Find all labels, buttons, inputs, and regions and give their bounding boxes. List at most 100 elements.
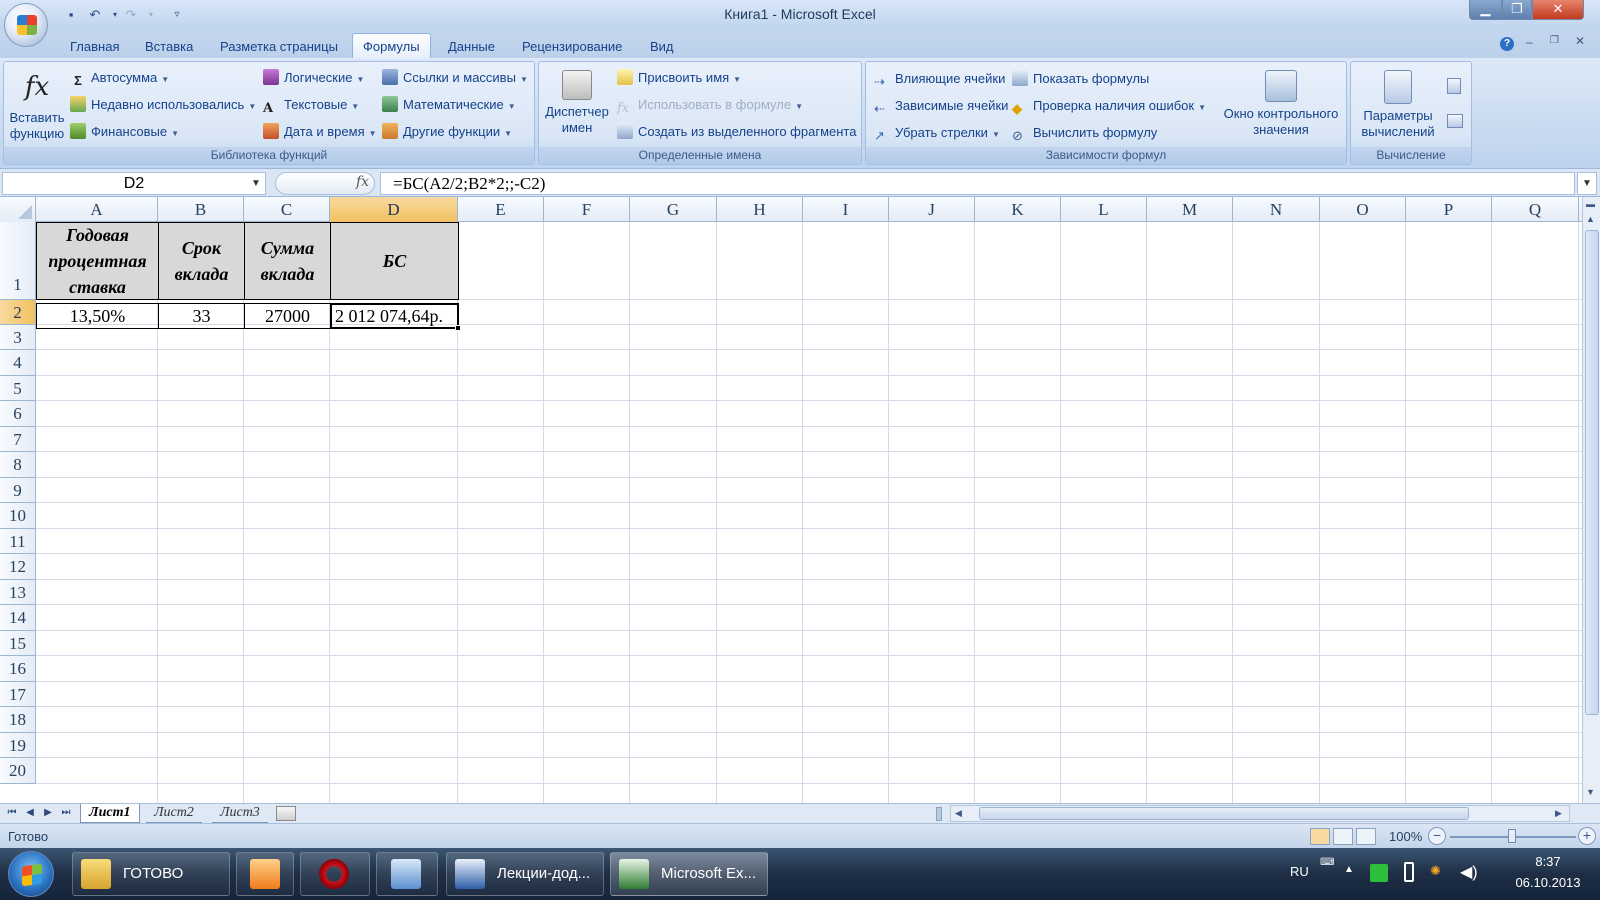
zoom-out-icon[interactable]: − <box>1428 827 1446 845</box>
row-header-13[interactable]: 13 <box>0 580 36 605</box>
row-header-3[interactable]: 3 <box>0 325 36 350</box>
calculate-sheet-icon[interactable] <box>1447 114 1463 128</box>
cell-b1[interactable]: Срок вклада <box>158 222 245 300</box>
cell-b2[interactable]: 33 <box>158 303 245 329</box>
tab-insert[interactable]: Вставка <box>135 37 203 58</box>
row-header-14[interactable]: 14 <box>0 605 36 631</box>
text-functions-button[interactable]: A Текстовые ▼ <box>263 95 359 117</box>
row-header-18[interactable]: 18 <box>0 707 36 733</box>
split-box-icon[interactable]: ▬ <box>1586 199 1595 209</box>
tab-view[interactable]: Вид <box>640 37 684 58</box>
calculate-now-icon[interactable] <box>1447 78 1461 94</box>
zoom-in-icon[interactable]: + <box>1578 827 1596 845</box>
row-header-5[interactable]: 5 <box>0 376 36 401</box>
create-from-selection-button[interactable]: Создать из выделенного фрагмента <box>617 122 856 144</box>
first-sheet-icon[interactable]: ⏮ <box>4 807 20 818</box>
vertical-scrollbar[interactable]: ▬ ▲ ▼ <box>1582 197 1600 803</box>
show-formulas-button[interactable]: Показать формулы <box>1012 69 1149 91</box>
cell-d2-active[interactable]: 2 012 074,64р. <box>330 303 459 329</box>
math-button[interactable]: Математические ▼ <box>382 95 516 117</box>
error-checking-button[interactable]: ◆ Проверка наличия ошибок ▼ <box>1012 96 1206 118</box>
tab-formulas[interactable]: Формулы <box>352 33 431 59</box>
row-header-16[interactable]: 16 <box>0 656 36 682</box>
volume-icon[interactable]: ◀) <box>1460 862 1478 882</box>
battery-icon[interactable] <box>1404 862 1414 882</box>
help-icon[interactable]: ? <box>1500 37 1514 51</box>
formula-input[interactable]: =БС(A2/2;B2*2;;-C2) <box>380 172 1575 195</box>
row-header-15[interactable]: 15 <box>0 631 36 656</box>
insert-function-fx-icon[interactable]: fx <box>356 174 369 190</box>
row-header-7[interactable]: 7 <box>0 427 36 452</box>
tab-review[interactable]: Рецензирование <box>512 37 632 58</box>
tab-split-handle[interactable] <box>936 807 942 821</box>
define-name-button[interactable]: Присвоить имя ▼ <box>617 68 741 90</box>
undo-icon[interactable]: ↶ <box>86 6 104 24</box>
vertical-scroll-thumb[interactable] <box>1585 230 1599 715</box>
keyboard-icon[interactable]: ⌨ <box>1320 857 1334 868</box>
customize-qat-icon[interactable]: ▿ <box>168 6 186 24</box>
sheet-tab-3[interactable]: Лист3 <box>212 804 268 823</box>
cell-c1[interactable]: Сумма вклада <box>244 222 331 300</box>
ribbon-close-icon[interactable]: ✕ <box>1575 34 1585 48</box>
insert-function-button[interactable]: fx Вставить функцию <box>8 70 66 142</box>
cell-a1[interactable]: Годовая процентная ставка <box>36 222 159 300</box>
taskbar-item-folder[interactable]: ГОТОВО <box>72 852 230 896</box>
taskbar-item-opera[interactable] <box>300 852 370 896</box>
cell-c2[interactable]: 27000 <box>244 303 331 329</box>
autosum-button[interactable]: Σ Автосумма ▼ <box>70 68 169 90</box>
scroll-down-icon[interactable]: ▼ <box>1586 787 1595 797</box>
row-header-20[interactable]: 20 <box>0 758 36 784</box>
prev-sheet-icon[interactable]: ◀ <box>22 807 38 818</box>
ribbon-minimize-icon[interactable]: – <box>1526 35 1533 49</box>
next-sheet-icon[interactable]: ▶ <box>40 807 56 818</box>
lookup-button[interactable]: Ссылки и массивы ▼ <box>382 68 528 90</box>
name-manager-button[interactable]: Диспетчер имен <box>543 70 611 136</box>
scroll-left-icon[interactable]: ◀ <box>955 808 962 819</box>
name-box-dropdown-icon[interactable]: ▼ <box>246 172 266 195</box>
worksheet-grid[interactable]: ABCDEFGHIJKLMNOPQ Годовая процентная ста… <box>0 197 1582 803</box>
row-header-19[interactable]: 19 <box>0 733 36 758</box>
datetime-button[interactable]: Дата и время ▼ <box>263 122 377 144</box>
last-sheet-icon[interactable]: ⏭ <box>58 807 74 818</box>
expand-formula-bar-icon[interactable]: ▼ <box>1577 172 1597 195</box>
evaluate-formula-button[interactable]: ⊘ Вычислить формулу <box>1012 123 1157 145</box>
clock-time[interactable]: 8:37 <box>1518 854 1578 869</box>
horizontal-scrollbar[interactable]: ◀ ▶ <box>950 805 1570 822</box>
row-header-2[interactable]: 2 <box>0 300 36 325</box>
cell-d1[interactable]: БС <box>330 222 459 300</box>
zoom-level[interactable]: 100% <box>1389 829 1422 844</box>
logical-button[interactable]: Логические ▼ <box>263 68 364 90</box>
network-tray-icon[interactable] <box>1370 864 1388 882</box>
trace-dependents-button[interactable]: ⇠ Зависимые ячейки <box>874 96 1008 118</box>
clock-date[interactable]: 06.10.2013 <box>1502 875 1594 890</box>
row-header-4[interactable]: 4 <box>0 350 36 376</box>
insert-sheet-icon[interactable] <box>276 806 296 821</box>
fill-handle[interactable] <box>455 325 461 331</box>
save-icon[interactable]: ▪ <box>62 6 80 24</box>
remove-arrows-button[interactable]: ↗ Убрать стрелки ▼ <box>874 123 1000 145</box>
other-functions-button[interactable]: Другие функции ▼ <box>382 122 512 144</box>
show-hidden-icons-icon[interactable]: ▲ <box>1344 864 1354 875</box>
minimize-button[interactable]: ▁ <box>1469 0 1502 20</box>
restore-button[interactable]: ❐ <box>1502 0 1532 20</box>
start-button[interactable] <box>8 851 54 897</box>
scroll-right-icon[interactable]: ▶ <box>1555 808 1562 819</box>
horizontal-scroll-thumb[interactable] <box>979 807 1469 820</box>
row-header-10[interactable]: 10 <box>0 503 36 529</box>
page-break-view-icon[interactable] <box>1356 828 1376 845</box>
row-header-1[interactable]: 1 <box>0 222 36 300</box>
row-header-9[interactable]: 9 <box>0 478 36 503</box>
trace-precedents-button[interactable]: ⇢ Влияющие ячейки <box>874 69 1005 91</box>
close-button[interactable]: ✕ <box>1532 0 1584 20</box>
row-header-8[interactable]: 8 <box>0 452 36 478</box>
taskbar-item-excel[interactable]: Microsoft Ex... <box>610 852 768 896</box>
brightness-icon[interactable]: ✺ <box>1430 863 1441 879</box>
office-button[interactable] <box>4 3 48 47</box>
ribbon-restore-icon[interactable]: ❐ <box>1550 35 1559 46</box>
watch-window-button[interactable]: Окно контрольного значения <box>1218 70 1344 138</box>
financial-button[interactable]: Финансовые ▼ <box>70 122 179 144</box>
calc-options-button[interactable]: Параметры вычислений <box>1353 70 1443 140</box>
tab-home[interactable]: Главная <box>60 37 129 58</box>
sheet-tab-2[interactable]: Лист2 <box>146 804 202 823</box>
row-header-11[interactable]: 11 <box>0 529 36 554</box>
